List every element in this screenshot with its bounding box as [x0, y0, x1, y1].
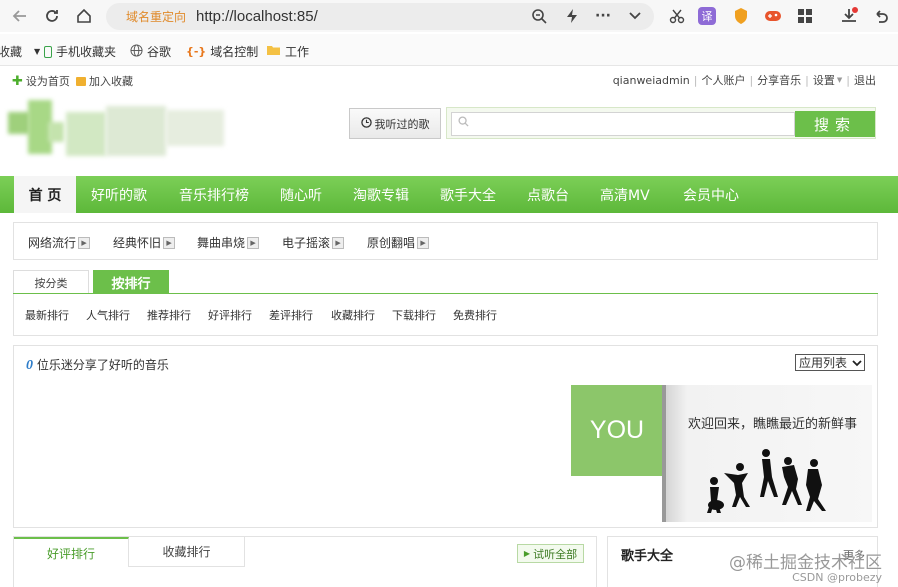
bookmark-work[interactable]: 工作	[266, 43, 309, 60]
rank-popular[interactable]: 人气排行	[86, 307, 130, 323]
apps-grid-icon[interactable]	[794, 5, 816, 27]
genre-electronic[interactable]: 电子摇滚 ▶	[282, 234, 345, 251]
nav-member[interactable]: 会员中心	[683, 176, 739, 213]
play-arrow-icon: ▶	[163, 236, 176, 249]
search-button[interactable]: 搜索	[795, 111, 875, 137]
singers-title: 歌手大全	[621, 549, 674, 564]
play-arrow-icon: ▶	[332, 236, 345, 249]
ranking-panel: 好评排行 收藏排行 ▶ 试听全部	[13, 536, 597, 587]
undo-icon[interactable]	[870, 5, 892, 27]
main-nav: 首 页 好听的歌 音乐排行榜 随心听 淘歌专辑 歌手大全 点歌台 高清MV 会员…	[0, 176, 898, 213]
tab-by-category[interactable]: 按分类	[13, 270, 89, 294]
reload-icon[interactable]	[40, 4, 64, 28]
tab-best-rated[interactable]: 好评排行	[14, 537, 129, 567]
rank-downloads[interactable]: 下载排行	[392, 307, 436, 323]
user-links: qianweiadmin | 个人账户 | 分享音乐 | 设置 ▼ | 退出	[612, 72, 876, 88]
rank-free[interactable]: 免费排行	[453, 307, 497, 323]
add-favorite-link[interactable]: 加入收藏	[76, 73, 133, 89]
search-box: 搜索	[446, 107, 876, 139]
home-icon[interactable]	[72, 4, 96, 28]
play-arrow-icon: ▶	[78, 236, 91, 249]
search-input[interactable]	[451, 112, 795, 136]
play-icon: ▶	[523, 549, 531, 558]
chevron-down-icon	[852, 356, 862, 370]
rank-latest[interactable]: 最新排行	[25, 307, 69, 323]
account-link[interactable]: 个人账户	[701, 72, 745, 88]
welcome-banner: 欢迎回来，瞧瞧最近的新鲜事	[662, 385, 872, 522]
clock-icon	[360, 116, 372, 131]
globe-icon	[130, 43, 143, 60]
nav-albums[interactable]: 淘歌专辑	[353, 176, 409, 213]
caret-down-icon: ▼	[34, 47, 41, 56]
more-icon[interactable]: ···	[592, 5, 614, 27]
nav-home[interactable]: 首 页	[14, 176, 76, 213]
rank-favorites[interactable]: 收藏排行	[331, 307, 375, 323]
folder-icon	[266, 44, 281, 59]
shield-icon[interactable]	[730, 5, 752, 27]
play-arrow-icon: ▶	[247, 236, 260, 249]
nav-good-songs[interactable]: 好听的歌	[91, 176, 147, 213]
nav-request[interactable]: 点歌台	[527, 176, 569, 213]
browser-toolbar: 域名重定向 http://localhost:85/ ··· 译	[0, 0, 898, 32]
bookmarks-bar: 收藏 ▼ 手机收藏夹 谷歌 {-} 域名控制 工作	[0, 34, 898, 66]
genre-original[interactable]: 原创翻唱 ▶	[367, 234, 430, 251]
search-icon	[458, 116, 469, 130]
phone-icon	[44, 45, 52, 58]
banner-text: 欢迎回来，瞧瞧最近的新鲜事	[688, 417, 858, 432]
chevron-down-icon[interactable]	[624, 5, 646, 27]
share-heading: 0 位乐迷分享了好听的音乐	[26, 358, 169, 373]
rank-links: 最新排行 人气排行 推荐排行 好评排行 差评排行 收藏排行 下载排行 免费排行	[13, 294, 878, 336]
address-bar[interactable]: 域名重定向 http://localhost:85/ ···	[106, 3, 654, 30]
genre-dance[interactable]: 舞曲串烧 ▶	[197, 234, 260, 251]
bracket-icon: {-}	[186, 45, 207, 58]
share-count: 0	[26, 358, 33, 373]
tab-by-rank[interactable]: 按排行	[93, 270, 169, 294]
bookmark-google[interactable]: 谷歌	[130, 43, 171, 60]
genre-bar: 网络流行 ▶ 经典怀旧 ▶ 舞曲串烧 ▶ 电子摇滚 ▶ 原创翻唱 ▶	[13, 222, 878, 260]
watermark: @稀土掘金技术社区 CSDN @probezy	[729, 548, 882, 584]
set-home-link[interactable]: ✚ 设为首页	[12, 73, 70, 89]
site-logo[interactable]	[8, 100, 226, 162]
nav-charts[interactable]: 音乐排行榜	[179, 176, 249, 213]
settings-link[interactable]: 设置	[813, 72, 835, 88]
logout-link[interactable]: 退出	[854, 72, 876, 88]
username-link[interactable]: qianweiadmin	[613, 74, 690, 87]
download-icon[interactable]	[838, 5, 860, 27]
address-url[interactable]: http://localhost:85/	[196, 8, 318, 25]
banner-you-tile: YOU	[571, 385, 663, 476]
watermark-juejin: @稀土掘金技术社区	[729, 553, 882, 573]
rank-recommended[interactable]: 推荐排行	[147, 307, 191, 323]
lightning-icon[interactable]	[561, 5, 583, 27]
heard-songs-button[interactable]: 我听过的歌	[349, 108, 441, 139]
tab-most-favorited[interactable]: 收藏排行	[129, 537, 245, 567]
address-tag: 域名重定向	[126, 10, 187, 24]
share-panel: 0 位乐迷分享了好听的音乐 应用列表 YOU 欢迎回来，瞧瞧最近的新鲜事	[13, 345, 878, 528]
nav-random[interactable]: 随心听	[280, 176, 322, 213]
nav-singers[interactable]: 歌手大全	[440, 176, 496, 213]
scissors-icon[interactable]	[666, 5, 688, 27]
zoom-icon[interactable]	[528, 5, 550, 27]
rank-best-rated[interactable]: 好评排行	[208, 307, 252, 323]
bookmark-domain[interactable]: {-} 域名控制	[186, 43, 258, 60]
view-select[interactable]: 应用列表	[795, 354, 865, 371]
bookmark-mobile[interactable]: 手机收藏夹	[44, 43, 116, 60]
bookmark-favorites[interactable]: 收藏 ▼	[0, 43, 40, 60]
dancers-illustration	[707, 449, 826, 513]
genre-pop[interactable]: 网络流行 ▶	[28, 234, 91, 251]
gamepad-icon[interactable]	[762, 5, 784, 27]
translate-icon[interactable]: 译	[698, 7, 716, 25]
rank-worst-rated[interactable]: 差评排行	[269, 307, 313, 323]
nav-mv[interactable]: 高清MV	[600, 176, 650, 213]
site-topbar: ✚ 设为首页 加入收藏 qianweiadmin | 个人账户 | 分享音乐 | 设置…	[0, 67, 898, 91]
try-all-button[interactable]: ▶ 试听全部	[517, 544, 584, 563]
star-folder-icon	[76, 76, 86, 86]
play-arrow-icon: ▶	[417, 236, 430, 249]
share-music-link[interactable]: 分享音乐	[757, 72, 801, 88]
plus-icon: ✚	[12, 73, 23, 89]
back-icon[interactable]	[8, 4, 32, 28]
genre-classic[interactable]: 经典怀旧 ▶	[113, 234, 176, 251]
caret-down-icon: ▼	[836, 76, 843, 84]
